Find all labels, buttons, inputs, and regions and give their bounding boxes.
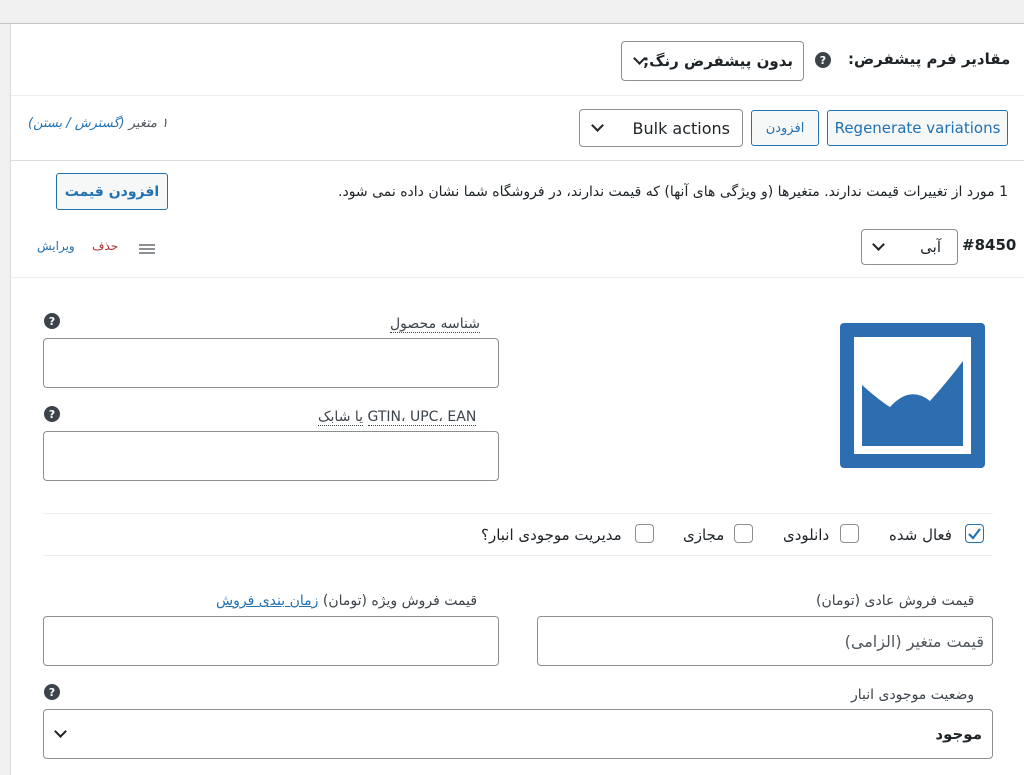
divider <box>11 160 1024 161</box>
regular-price-label: قیمت فروش عادی (تومان) <box>816 593 975 609</box>
enabled-checkbox-label: فعال شده <box>889 526 952 544</box>
help-icon[interactable]: ? <box>44 684 60 700</box>
stock-status-select-value: موجود <box>935 725 982 743</box>
help-icon[interactable]: ? <box>815 52 831 68</box>
sale-price-input[interactable] <box>43 616 499 666</box>
regular-price-placeholder: قیمت متغیر (الزامی) <box>844 631 984 651</box>
image-placeholder-icon[interactable] <box>840 323 985 468</box>
gtin-label-suffix: یا شابک <box>318 409 364 426</box>
sku-label-text: شناسه محصول <box>390 316 480 333</box>
divider <box>43 555 993 556</box>
regenerate-variations-button[interactable]: Regenerate variations <box>827 110 1008 146</box>
default-color-select-value: بدون پیشفرض رنگ; <box>643 52 793 70</box>
variation-attribute-select-value: آبی <box>920 238 941 256</box>
stage: مقادیر فرم پیشفرض: ? بدون پیشفرض رنگ; Re… <box>0 0 1024 775</box>
gtin-label-main: GTIN، UPC، EAN <box>367 409 477 426</box>
chevron-down-icon <box>591 119 604 132</box>
variation-id: #8450 <box>962 236 1017 254</box>
variations-count: ۱ متغیر (گسترش / بستن) <box>28 116 168 131</box>
remove-variation-link[interactable]: حذف <box>92 239 118 253</box>
price-notice-text: 1 مورد از تغییرات قیمت ندارند. متغیرها (… <box>338 184 1008 200</box>
check-icon <box>968 528 981 540</box>
stock-status-label: وضعیت موجودی انبار <box>851 687 975 703</box>
manage-stock-checkbox[interactable] <box>635 524 654 543</box>
variations-count-text: ۱ متغیر <box>128 116 169 131</box>
default-form-values-label: مقادیر فرم پیشفرض: <box>848 50 1011 68</box>
gtin-label: GTIN، UPC، EAN یا شابک <box>318 409 477 426</box>
chevron-down-icon <box>872 238 885 251</box>
regular-price-input[interactable]: قیمت متغیر (الزامی) <box>537 616 993 666</box>
divider <box>11 95 1024 96</box>
divider <box>11 277 1024 278</box>
downloadable-checkbox-label: دانلودی <box>783 526 830 544</box>
manage-stock-checkbox-label: مدیریت موجودی انبار؟ <box>481 526 622 544</box>
virtual-checkbox[interactable] <box>734 524 753 543</box>
expand-collapse-link[interactable]: (گسترش / بستن) <box>28 116 125 131</box>
sale-price-label-text: قیمت فروش ویژه (تومان) <box>322 593 478 609</box>
virtual-checkbox-label: مجازی <box>683 526 725 544</box>
gtin-input[interactable] <box>43 431 499 481</box>
schedule-sale-link[interactable]: زمان بندی فروش <box>216 593 318 609</box>
menu-icon[interactable] <box>139 243 155 255</box>
divider <box>43 513 993 514</box>
stock-status-select[interactable]: موجود <box>43 709 993 759</box>
downloadable-checkbox[interactable] <box>840 524 859 543</box>
sku-input[interactable] <box>43 338 499 388</box>
top-band <box>0 0 1024 24</box>
edit-variation-link[interactable]: ویرایش <box>37 239 75 253</box>
add-variation-button[interactable]: افزودن <box>751 110 819 146</box>
chevron-down-icon <box>54 725 67 738</box>
left-edge <box>0 24 11 775</box>
default-color-select[interactable]: بدون پیشفرض رنگ; <box>621 41 804 81</box>
enabled-checkbox[interactable] <box>965 524 984 543</box>
variation-attribute-select[interactable]: آبی <box>861 229 958 265</box>
bulk-actions-select[interactable]: Bulk actions <box>579 109 743 147</box>
bulk-actions-select-value: Bulk actions <box>632 118 731 138</box>
help-icon[interactable]: ? <box>44 313 60 329</box>
help-icon[interactable]: ? <box>44 406 60 422</box>
sale-price-label: قیمت فروش ویژه (تومان) زمان بندی فروش <box>216 593 477 609</box>
sku-label: شناسه محصول <box>390 316 480 333</box>
add-price-button[interactable]: افزودن قیمت <box>56 173 168 210</box>
